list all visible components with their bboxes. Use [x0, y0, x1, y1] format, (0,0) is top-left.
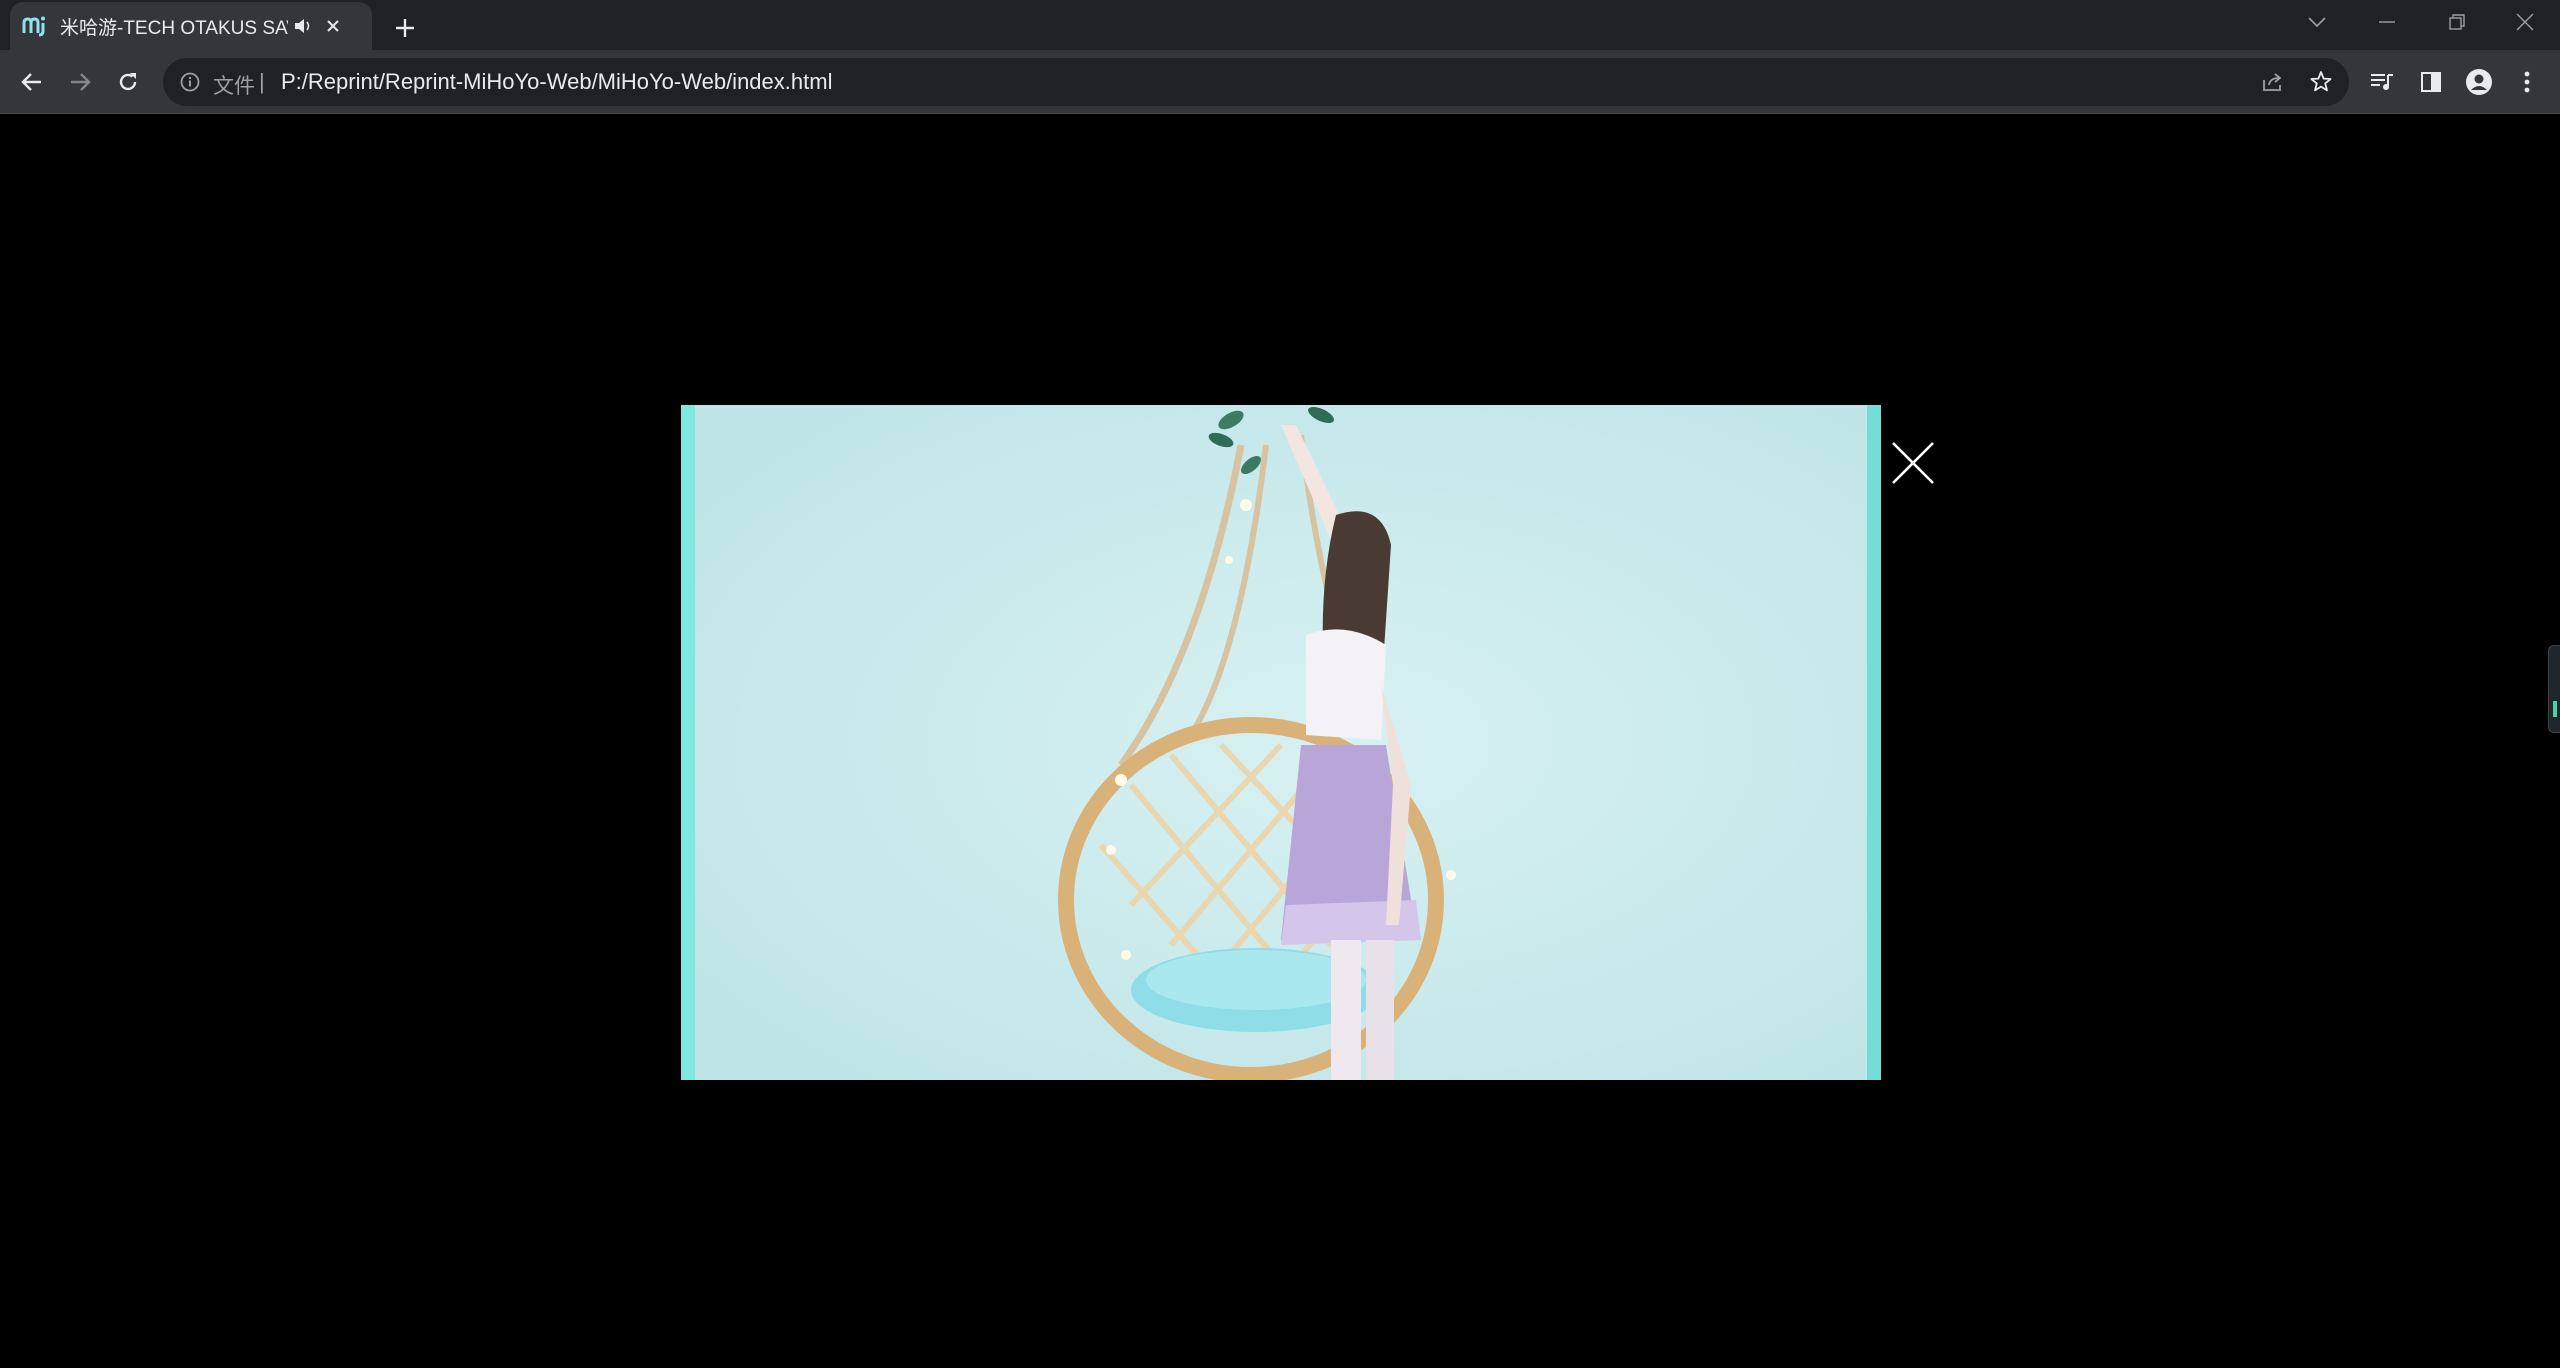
side-panel-icon[interactable]	[2412, 63, 2450, 101]
close-icon[interactable]	[318, 11, 348, 41]
restore-icon[interactable]	[2422, 0, 2492, 44]
page-viewport	[0, 115, 2560, 1368]
close-x-icon[interactable]	[1890, 440, 1936, 486]
media-queue-icon[interactable]	[2363, 63, 2401, 101]
star-icon[interactable]	[2307, 68, 2335, 96]
speaker-icon[interactable]	[288, 11, 318, 41]
reload-icon[interactable]	[108, 62, 148, 102]
video-right-edge	[1867, 405, 1881, 1080]
file-scheme-label: 文件	[213, 75, 255, 98]
minimize-icon[interactable]	[2352, 0, 2422, 44]
address-bar[interactable]: 文件 | P:/Reprint/Reprint-MiHoYo-Web/MiHoY…	[163, 58, 2349, 106]
grip-icon	[2553, 701, 2557, 717]
tab-title: 米哈游-TECH OTAKUS SAVE THE WORLD	[60, 17, 288, 39]
url-text[interactable]: P:/Reprint/Reprint-MiHoYo-Web/MiHoYo-Web…	[281, 69, 832, 95]
profile-icon[interactable]	[2460, 63, 2498, 101]
video-left-edge	[681, 405, 695, 1080]
plus-icon[interactable]	[388, 11, 422, 45]
tab-strip: 米哈游-TECH OTAKUS SAVE THE WORLD	[0, 0, 2560, 50]
close-icon[interactable]	[2490, 0, 2560, 44]
side-drawer-handle[interactable]	[2548, 645, 2560, 733]
back-arrow-icon[interactable]	[12, 62, 52, 102]
video-frame[interactable]	[681, 405, 1881, 1080]
share-icon[interactable]	[2259, 68, 2287, 96]
video-scene	[681, 405, 1881, 1080]
kebab-menu-icon[interactable]	[2508, 63, 2546, 101]
chevron-down-icon[interactable]	[2282, 0, 2352, 44]
mihoyo-logo-icon	[22, 13, 48, 39]
browser-toolbar: 文件 | P:/Reprint/Reprint-MiHoYo-Web/MiHoY…	[0, 50, 2560, 114]
scheme-separator: |	[259, 69, 265, 94]
forward-arrow-icon[interactable]	[60, 62, 100, 102]
active-tab[interactable]: 米哈游-TECH OTAKUS SAVE THE WORLD	[10, 2, 372, 50]
info-icon[interactable]	[179, 71, 201, 93]
